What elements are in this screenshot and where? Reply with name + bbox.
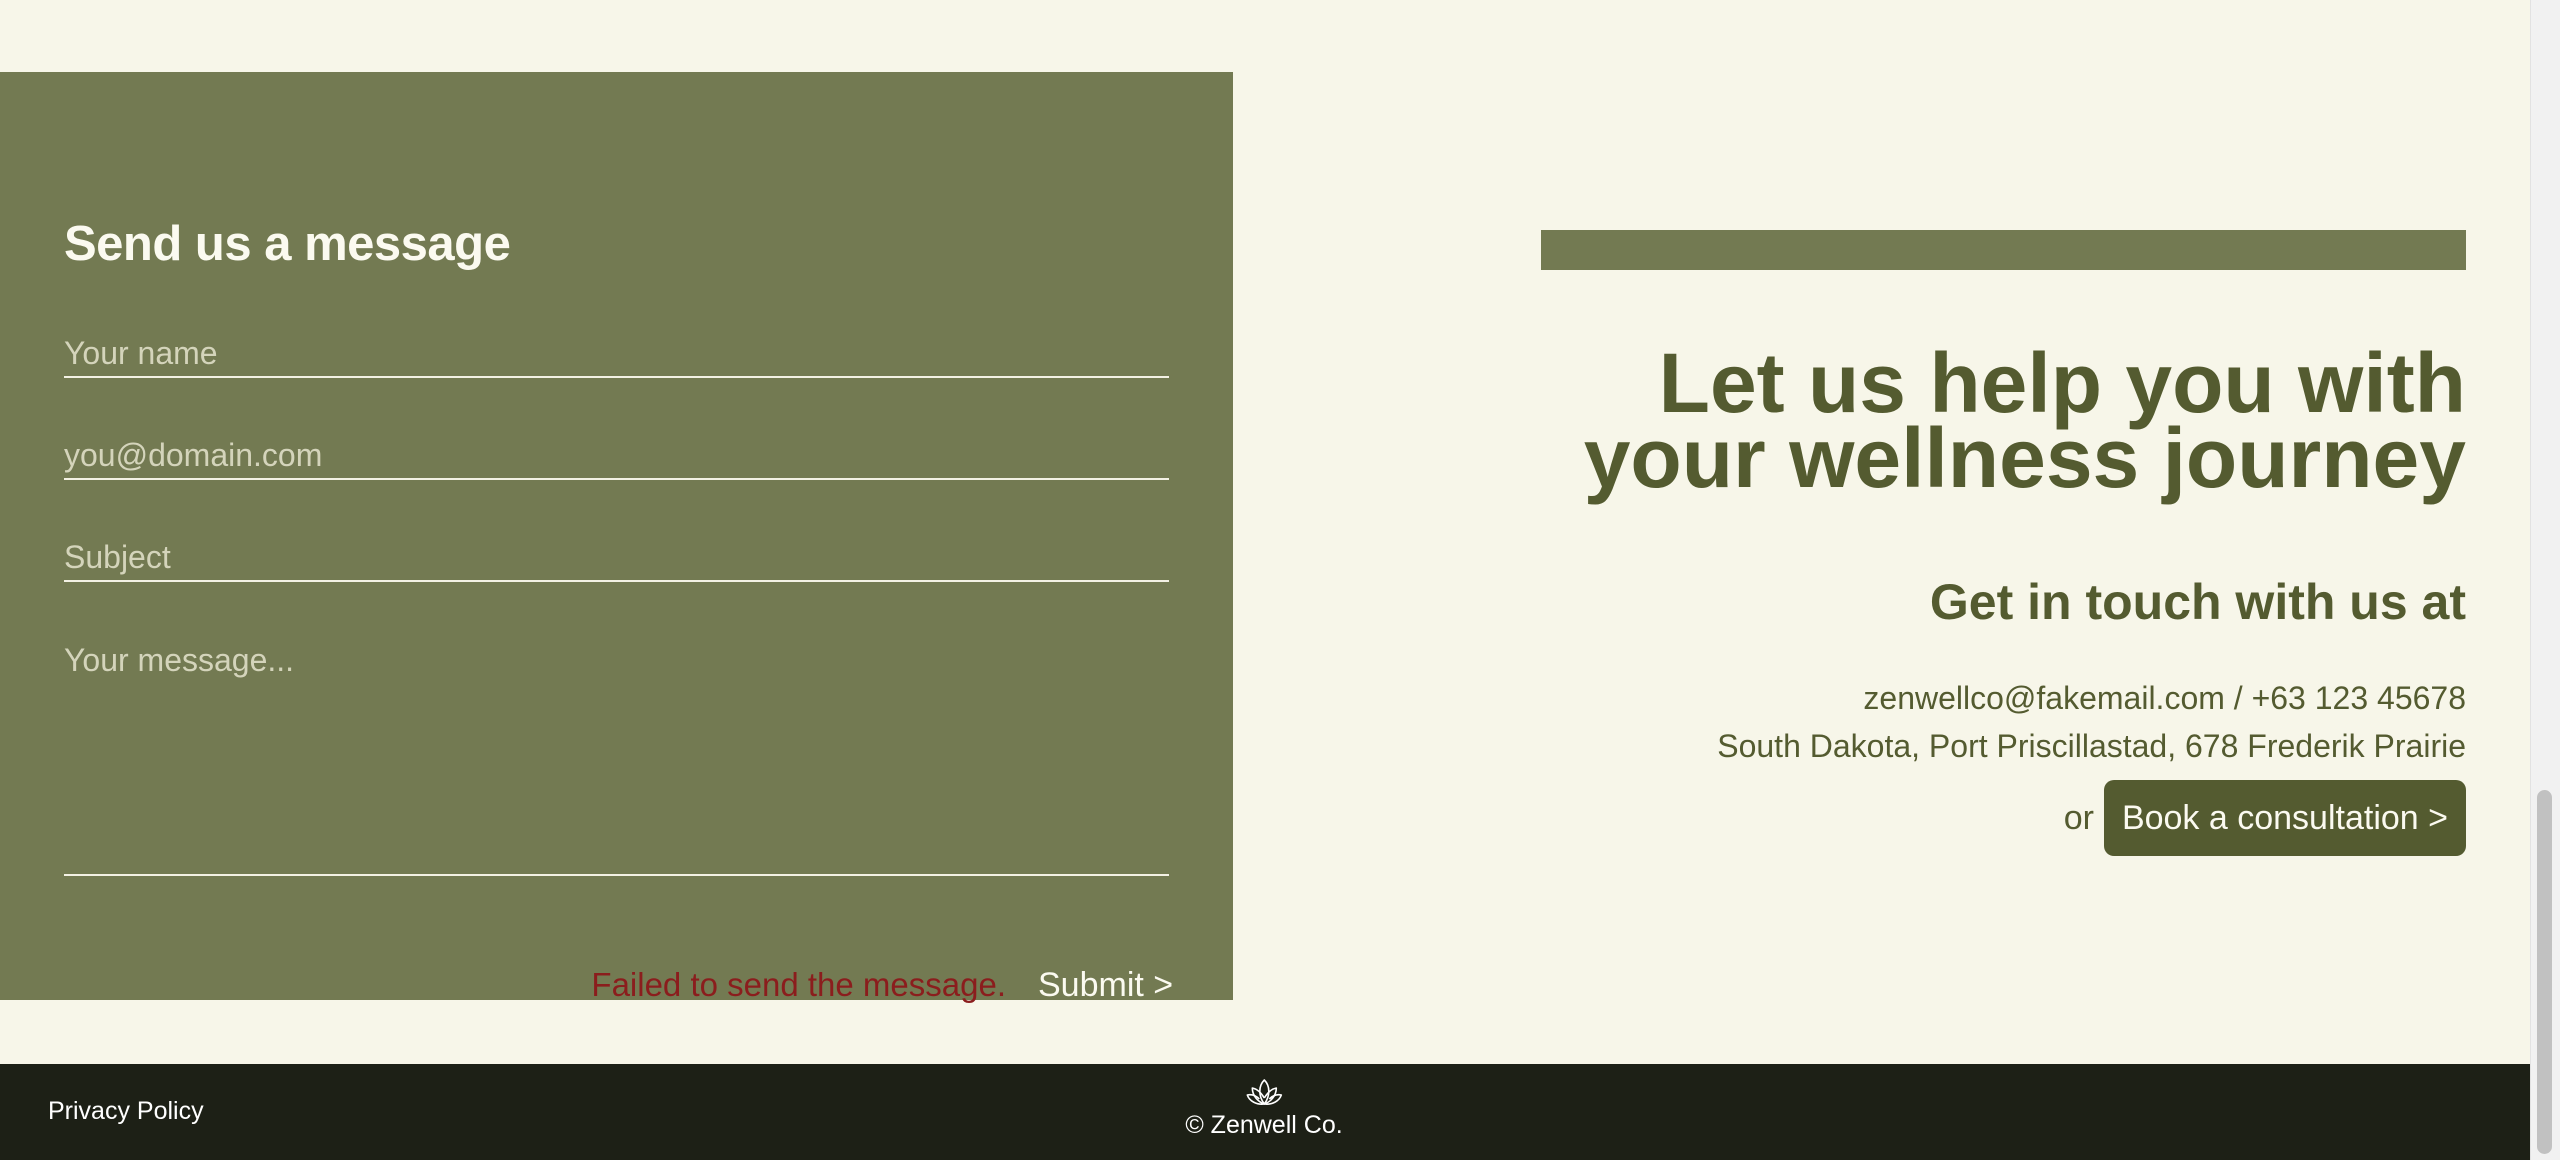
- lotus-icon: [1246, 1079, 1282, 1105]
- book-consultation-button[interactable]: Book a consultation >: [2103, 780, 2466, 856]
- email-input[interactable]: [64, 432, 1169, 480]
- footer-brand: © Zenwell Co.: [1185, 1076, 1343, 1140]
- contact-email-phone: zenwellco@fakemail.com / +63 123 45678: [1863, 680, 2466, 716]
- name-input[interactable]: [64, 330, 1169, 378]
- send-error-message: Failed to send the message.: [591, 966, 1006, 1003]
- page-scrollbar-thumb[interactable]: [2537, 790, 2552, 1154]
- or-label: or: [2063, 799, 2094, 837]
- privacy-policy-link[interactable]: Privacy Policy: [48, 1096, 204, 1126]
- contact-address: South Dakota, Port Priscillastad, 678 Fr…: [1717, 728, 2466, 764]
- site-footer: Privacy Policy © Zenwell Co.: [0, 1064, 2530, 1160]
- consultation-row: or Book a consultation >: [2064, 780, 2466, 856]
- form-title: Send us a message: [64, 217, 511, 271]
- decorative-accent-bar: [1541, 230, 2466, 270]
- message-form-panel: Send us a message Failed to send the mes…: [0, 72, 1233, 1004]
- copyright-text: © Zenwell Co.: [1185, 1111, 1343, 1139]
- hero-heading: Let us help you with your wellness journ…: [1466, 336, 2466, 505]
- hero-heading-line-1: Let us help you with: [1658, 336, 2466, 430]
- message-textarea[interactable]: [64, 640, 1169, 876]
- contact-page: Send us a message Failed to send the mes…: [0, 0, 2560, 1160]
- hero-heading-line-2: your wellness journey: [1583, 411, 2466, 505]
- contact-heading: Get in touch with us at: [1929, 574, 2466, 630]
- subject-input[interactable]: [64, 534, 1169, 582]
- submit-button[interactable]: Submit >: [1038, 962, 1173, 1008]
